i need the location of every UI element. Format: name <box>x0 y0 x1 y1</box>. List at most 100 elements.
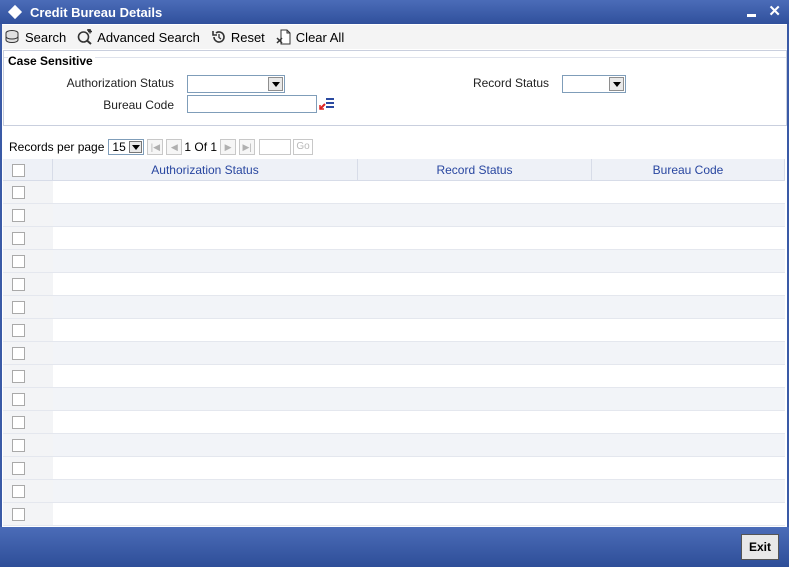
search-db-icon <box>5 29 21 45</box>
chevron-down-icon[interactable] <box>129 141 143 153</box>
records-per-page-select[interactable]: 15 <box>108 139 145 155</box>
column-authorization-status[interactable]: Authorization Status <box>53 159 358 180</box>
row-checkbox[interactable] <box>12 462 25 475</box>
row-checkbox[interactable] <box>12 370 25 383</box>
table-row[interactable] <box>3 457 785 480</box>
row-checkbox[interactable] <box>12 209 25 222</box>
row-select-cell <box>3 181 53 203</box>
table-row[interactable] <box>3 480 785 503</box>
row-checkbox[interactable] <box>12 232 25 245</box>
advanced-search-button[interactable]: Advanced Search <box>77 28 200 45</box>
table-body <box>3 181 785 526</box>
case-sensitive-legend: Case Sensitive <box>8 54 95 68</box>
table-row[interactable] <box>3 273 785 296</box>
page-indicator: 1 Of 1 <box>184 140 218 154</box>
table-row[interactable] <box>3 411 785 434</box>
row-cells <box>53 434 785 456</box>
row-cells <box>53 365 785 387</box>
first-page-icon[interactable]: |◀ <box>147 139 164 155</box>
results-table: Authorization Status Record Status Burea… <box>3 159 785 526</box>
row-cells <box>53 296 785 318</box>
reset-icon <box>211 29 227 45</box>
row-checkbox[interactable] <box>12 278 25 291</box>
bureau-code-input[interactable] <box>187 95 317 113</box>
diamond-icon <box>7 4 23 20</box>
column-bureau-code[interactable]: Bureau Code <box>592 159 785 180</box>
row-checkbox[interactable] <box>12 508 25 521</box>
row-select-cell <box>3 342 53 364</box>
table-row[interactable] <box>3 319 785 342</box>
column-record-status[interactable]: Record Status <box>358 159 592 180</box>
page-number-input[interactable] <box>259 139 292 155</box>
table-row[interactable] <box>3 181 785 204</box>
title-bar: Credit Bureau Details ✕ <box>0 0 789 24</box>
row-select-cell <box>3 296 53 318</box>
last-page-icon[interactable]: ▶| <box>239 139 256 155</box>
bureau-code-label: Bureau Code <box>103 98 174 112</box>
row-select-cell <box>3 411 53 433</box>
advanced-search-label: Advanced Search <box>97 29 200 45</box>
row-checkbox[interactable] <box>12 255 25 268</box>
row-cells <box>53 342 785 364</box>
row-cells <box>53 480 785 502</box>
row-checkbox[interactable] <box>12 439 25 452</box>
row-cells <box>53 250 785 272</box>
row-select-cell <box>3 434 53 456</box>
row-cells <box>53 273 785 295</box>
go-button[interactable]: Go <box>293 139 314 155</box>
select-all-checkbox[interactable] <box>12 164 25 177</box>
row-select-cell <box>3 319 53 341</box>
row-cells <box>53 181 785 203</box>
authorization-status-select[interactable] <box>187 75 285 93</box>
search-criteria-panel: Case Sensitive Authorization Status Reco… <box>3 50 787 126</box>
row-checkbox[interactable] <box>12 416 25 429</box>
row-checkbox[interactable] <box>12 347 25 360</box>
table-row[interactable] <box>3 250 785 273</box>
row-checkbox[interactable] <box>12 324 25 337</box>
chevron-down-icon[interactable] <box>609 77 624 91</box>
row-select-cell <box>3 204 53 226</box>
table-row[interactable] <box>3 388 785 411</box>
row-cells <box>53 227 785 249</box>
row-cells <box>53 503 785 525</box>
row-select-cell <box>3 273 53 295</box>
table-row[interactable] <box>3 434 785 457</box>
next-page-icon[interactable]: ▶ <box>220 139 237 155</box>
row-cells <box>53 411 785 433</box>
select-all-cell <box>3 159 53 180</box>
row-checkbox[interactable] <box>12 301 25 314</box>
record-status-label: Record Status <box>472 76 549 90</box>
table-row[interactable] <box>3 342 785 365</box>
pagination-bar: Records per page 15 |◀ ◀ 1 Of 1 ▶ ▶| Go <box>3 137 787 157</box>
row-select-cell <box>3 250 53 272</box>
search-button[interactable]: Search <box>5 29 66 45</box>
records-per-page-label: Records per page <box>9 140 105 154</box>
table-row[interactable] <box>3 227 785 250</box>
reset-button[interactable]: Reset <box>211 29 265 45</box>
row-checkbox[interactable] <box>12 186 25 199</box>
chevron-down-icon[interactable] <box>268 77 283 91</box>
clear-all-button[interactable]: Clear All <box>276 29 344 45</box>
list-of-values-icon[interactable] <box>319 97 335 111</box>
close-button[interactable]: ✕ <box>768 2 781 20</box>
previous-page-icon[interactable]: ◀ <box>166 139 183 155</box>
row-cells <box>53 204 785 226</box>
row-cells <box>53 457 785 479</box>
exit-button[interactable]: Exit <box>741 534 779 560</box>
search-label: Search <box>25 29 67 45</box>
table-row[interactable] <box>3 365 785 388</box>
minimize-button[interactable] <box>747 14 757 17</box>
footer-bar: Exit <box>0 527 789 567</box>
reset-label: Reset <box>230 29 265 45</box>
row-select-cell <box>3 457 53 479</box>
row-select-cell <box>3 388 53 410</box>
row-select-cell <box>3 503 53 525</box>
table-header: Authorization Status Record Status Burea… <box>3 159 785 181</box>
row-checkbox[interactable] <box>12 485 25 498</box>
row-checkbox[interactable] <box>12 393 25 406</box>
record-status-select[interactable] <box>562 75 626 93</box>
table-row[interactable] <box>3 503 785 526</box>
table-row[interactable] <box>3 296 785 319</box>
row-select-cell <box>3 480 53 502</box>
table-row[interactable] <box>3 204 785 227</box>
